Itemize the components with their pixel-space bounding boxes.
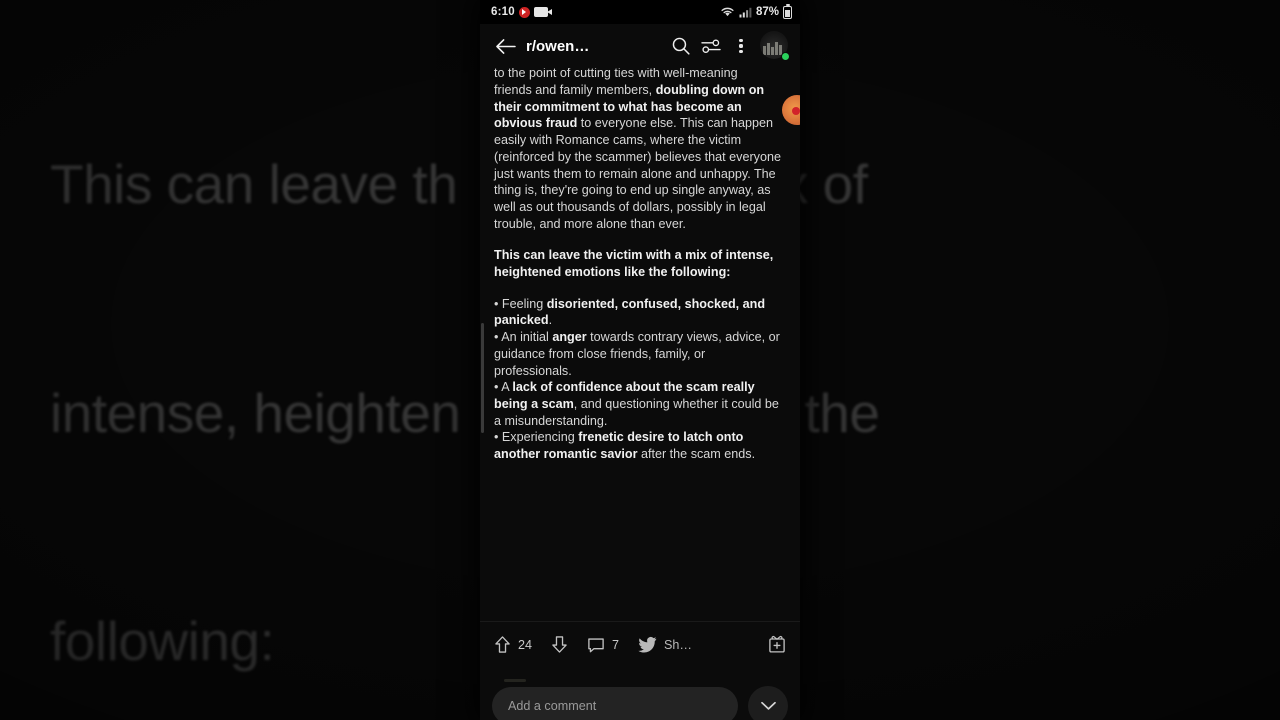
- comment-button[interactable]: 7: [587, 636, 619, 654]
- scrollbar-thumb[interactable]: [481, 323, 484, 433]
- status-bar-right: 87%: [720, 3, 792, 19]
- battery-icon: [783, 3, 792, 19]
- app-header: r/owen…: [480, 24, 800, 68]
- share-button[interactable]: Sh…: [638, 636, 692, 653]
- bullet-0-pre: • Feeling: [494, 296, 547, 311]
- downvote-button[interactable]: [551, 635, 568, 654]
- search-button[interactable]: [666, 31, 696, 61]
- bullet-2-pre: • A: [494, 380, 513, 395]
- post-content-scroll[interactable]: to the point of cutting ties with well-m…: [480, 68, 800, 621]
- sort-filter-icon: [701, 39, 721, 53]
- bg-line-1: This can leave th: [50, 153, 458, 215]
- post-action-bar: 24 7 Sh…: [480, 621, 800, 667]
- wifi-icon: [721, 7, 734, 17]
- comment-hint-decoration: [504, 679, 526, 682]
- chevron-down-icon: [760, 701, 776, 710]
- sort-filter-button[interactable]: [696, 31, 726, 61]
- back-arrow-icon: [495, 38, 516, 54]
- paragraph-2: This can leave the victim with a mix of …: [494, 248, 774, 280]
- add-comment-input[interactable]: [492, 686, 738, 720]
- bullet-1-bold: anger: [552, 330, 587, 345]
- upvote-arrow-icon: [495, 636, 510, 653]
- status-bar-left: 6:10: [488, 6, 552, 18]
- twitter-bird-icon: [638, 636, 657, 653]
- share-label: Sh…: [664, 637, 693, 652]
- list-item: • A lack of confidence about the scam re…: [494, 379, 786, 429]
- user-avatar-button[interactable]: [760, 31, 790, 61]
- battery-percent: 87%: [755, 6, 779, 18]
- p1-seg-1: friends and family members,: [494, 83, 656, 97]
- back-button[interactable]: [490, 31, 520, 61]
- cell-signal-icon: [739, 7, 752, 18]
- phone-panel: 6:10 87% r/owen… to the point of cutting…: [480, 0, 800, 720]
- clipped-top-line: to the point of cutting ties with well-m…: [494, 68, 786, 82]
- bullet-0-post: .: [548, 313, 553, 328]
- search-icon: [672, 37, 690, 55]
- record-dot-icon: [518, 6, 530, 18]
- list-item: • Feeling disoriented, confused, shocked…: [494, 296, 786, 329]
- upvote-button[interactable]: 24: [494, 635, 532, 654]
- clipped-line-text: to the point of cutting ties with well-m…: [494, 68, 738, 81]
- give-award-icon: [769, 635, 785, 653]
- comment-bar: [480, 667, 800, 720]
- screen: This can leave th a mix of intense, heig…: [0, 0, 1280, 720]
- bullet-3-post: after the scam ends.: [637, 447, 756, 462]
- paragraph-1: friends and family members, doubling dow…: [494, 82, 786, 232]
- upvote-count: 24: [518, 637, 533, 652]
- online-status-dot: [781, 52, 790, 61]
- list-item: • Experiencing frenetic desire to latch …: [494, 429, 786, 462]
- collapse-button[interactable]: [748, 685, 788, 720]
- status-bar: 6:10 87%: [480, 0, 800, 24]
- comment-bubble-icon: [588, 637, 604, 652]
- comment-count: 7: [612, 637, 620, 652]
- bullet-3-pre: • Experiencing: [494, 430, 579, 445]
- post-body: friends and family members, doubling dow…: [494, 82, 786, 463]
- bg-line-2: intense, heighten: [50, 381, 461, 444]
- list-item: • An initial anger towards contrary view…: [494, 329, 786, 379]
- give-award-button[interactable]: [768, 635, 786, 654]
- downvote-arrow-icon: [552, 636, 567, 653]
- status-time: 6:10: [491, 6, 515, 18]
- bullet-list: • Feeling disoriented, confused, shocked…: [494, 296, 786, 463]
- bullet-1-pre: • An initial: [494, 330, 553, 345]
- video-camera-icon: [533, 7, 552, 17]
- overflow-menu-button[interactable]: [726, 31, 756, 61]
- p1-seg-2: to everyone else. This can happen easily…: [494, 116, 781, 231]
- more-vertical-icon: [739, 38, 743, 54]
- page-title[interactable]: r/owen…: [526, 38, 589, 55]
- bg-line-3: following:: [50, 610, 275, 672]
